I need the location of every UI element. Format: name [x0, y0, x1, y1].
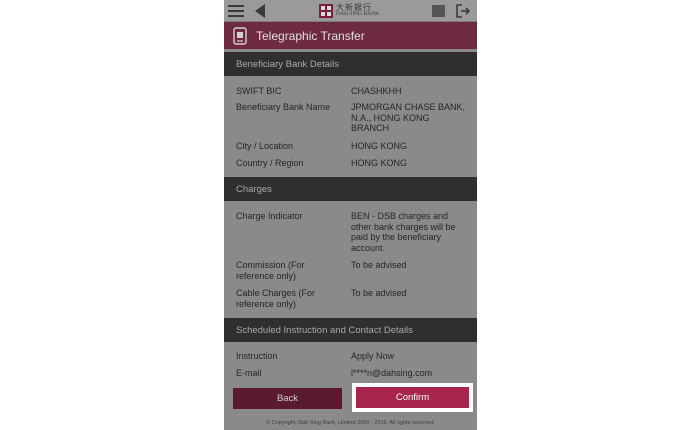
transfer-doc-icon — [233, 26, 247, 45]
hamburger-icon — [228, 5, 244, 17]
menu-button[interactable] — [226, 0, 246, 22]
row-label: Charge Indicator — [236, 211, 303, 221]
row-label: Beneficiary Bank Name — [236, 102, 331, 112]
row-value: BEN - DSB charges and other bank charges… — [351, 211, 456, 253]
section-header-charges: Charges — [224, 177, 477, 201]
row-value: HONG KONG — [351, 158, 408, 168]
row-label: SWIFT BIC — [236, 86, 282, 96]
top-navigation-bar: 大新銀行 DAH SING BANK — [224, 0, 477, 22]
row-value: Apply Now — [351, 351, 395, 361]
mobile-banking-screen: 大新銀行 DAH SING BANK Telegraphic Transfer … — [224, 0, 477, 430]
back-button[interactable]: Back — [233, 388, 342, 409]
row-value: To be advised — [351, 288, 407, 298]
section-header-beneficiary-bank: Beneficiary Bank Details — [224, 52, 477, 76]
row-label: Instruction — [236, 351, 278, 361]
row-value: l****n@dahsing.com — [351, 368, 433, 378]
row-label: Cable Charges (For reference only) — [236, 288, 316, 309]
bank-logo: 大新銀行 DAH SING BANK — [319, 3, 379, 19]
row-value: HONG KONG — [351, 141, 408, 151]
page-title: Telegraphic Transfer — [256, 28, 365, 43]
dah-sing-logo-mark — [319, 4, 333, 18]
bookmark-button[interactable] — [430, 0, 446, 22]
section-header-scheduled-instruction: Scheduled Instruction and Contact Detail… — [224, 318, 477, 342]
bank-name-english: DAH SING BANK — [336, 11, 380, 18]
confirm-button[interactable]: Confirm — [355, 386, 470, 409]
copyright-footer: © Copyright. Dah Sing Bank, Limited 2000… — [266, 420, 435, 426]
row-label: E-mail — [236, 368, 262, 378]
page-title-bar: Telegraphic Transfer — [224, 22, 477, 49]
flag-icon — [431, 5, 445, 17]
row-value: JPMORGAN CHASE BANK, N.A., HONG KONG BRA… — [351, 102, 466, 133]
row-value: CHASHKHH — [351, 86, 402, 96]
confirm-button-highlight: Confirm — [352, 383, 473, 412]
row-label: Country / Region — [236, 158, 304, 168]
logout-icon — [456, 4, 470, 18]
back-nav-button[interactable] — [252, 0, 268, 22]
back-arrow-icon — [255, 4, 265, 18]
row-value: To be advised — [351, 260, 407, 270]
row-label: City / Location — [236, 141, 294, 151]
row-label: Commission (For reference only) — [236, 260, 305, 281]
logout-button[interactable] — [454, 0, 472, 22]
